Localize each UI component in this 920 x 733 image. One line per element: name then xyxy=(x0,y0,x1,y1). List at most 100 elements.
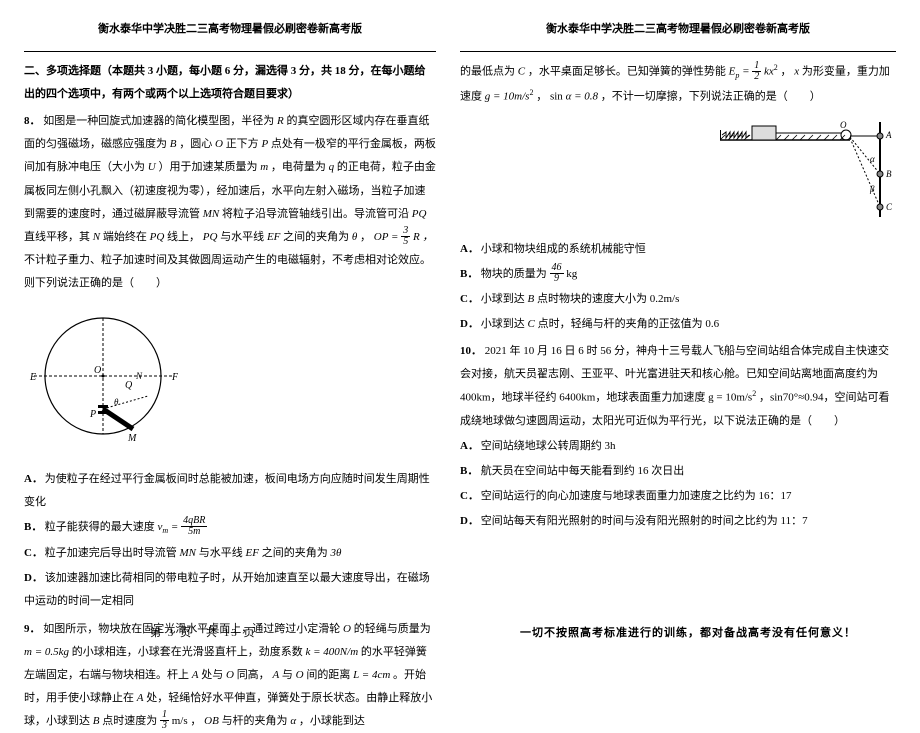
opt-label-a: A． xyxy=(24,468,42,491)
q9-t11: 点时速度为 xyxy=(102,715,157,727)
q9c-x: x xyxy=(794,66,799,78)
q8-PQ: PQ xyxy=(412,208,427,220)
q9-vden: 3 xyxy=(160,721,169,731)
q9c-eq: = xyxy=(742,66,752,78)
q9-oD-post: 点时，轻绳与杆的夹角的正弦值为 0.6 xyxy=(538,318,720,330)
q10-option-d: D． 空间站每天有阳光照射的时间与没有阳光照射的时间之比约为 11：7 xyxy=(460,510,896,533)
q8-text-14: 之间的夹角为 xyxy=(283,231,349,243)
q10-oA: 空间站绕地球公转周期约 3h xyxy=(481,440,616,452)
q9c-alpha: α xyxy=(566,90,572,102)
q8-text-15: ， xyxy=(360,231,371,243)
q9-olC: C． xyxy=(460,288,478,311)
q9-Leq: L = 4cm xyxy=(353,669,390,681)
q9-t5: 处与 xyxy=(201,669,223,681)
q10-olB: B． xyxy=(460,460,478,483)
left-column: 衡水泰华中学决胜二三高考物理暑假必刷密卷新高考版 二、多项选择题（本题共 3 小… xyxy=(24,18,436,642)
q8-optC-ef: EF xyxy=(246,547,259,559)
q8-PQ3: PQ xyxy=(203,231,218,243)
q9c-kx: kx xyxy=(764,66,774,78)
q9c-sq: 2 xyxy=(774,63,778,72)
q9-A2: A xyxy=(272,669,279,681)
q8-optB-vsub: m xyxy=(162,527,168,536)
q9c-t2: ，水平桌面足够长。已知弹簧的弹性势能 xyxy=(528,66,726,78)
q9-t12: ， xyxy=(190,715,201,727)
q9c-C: C xyxy=(518,66,525,78)
q8-OP-frac: 3 5 xyxy=(401,226,410,247)
q8-MN: MN xyxy=(203,208,220,220)
page-header-r: 衡水泰华中学决胜二三高考物理暑假必刷密卷新高考版 xyxy=(460,18,896,45)
opt-label-c: C． xyxy=(24,542,42,565)
q9-t6: 同高， xyxy=(237,669,270,681)
q10-oB: 航天员在空间站中每天能看到约 16 次日出 xyxy=(481,465,685,477)
q10-olD: D． xyxy=(460,510,478,533)
footer-left: 第 3 页 共 13 页 xyxy=(150,624,257,640)
q8-O: O xyxy=(215,138,223,150)
q8-text-12: 线上， xyxy=(167,231,200,243)
q9-option-b: B． 物块的质量为 46 9 kg xyxy=(460,263,896,286)
q8-option-c: C． 粒子加速完后导出时导流管 MN 与水平线 EF 之间的夹角为 3θ xyxy=(24,542,436,565)
q8-number: 8． xyxy=(24,115,41,127)
opt-label-b: B． xyxy=(24,516,42,539)
q9-oD-pre: 小球到达 xyxy=(481,318,525,330)
q9c-t1: 的最低点为 xyxy=(460,66,515,78)
q9c-half: 1 2 xyxy=(752,61,761,82)
question-10: 10． 2021 年 10 月 16 日 6 时 56 分，神舟十三号载人飞船与… xyxy=(460,340,896,433)
q8-OP-den: 5 xyxy=(401,237,410,247)
svg-text:β: β xyxy=(869,184,875,194)
q8-optB-eq: = xyxy=(171,521,181,533)
q9-oB-num: 46 xyxy=(550,263,564,274)
q9-t2: 的轻绳与质量为 xyxy=(354,623,431,635)
q9c-sina: = 0.8 xyxy=(574,90,598,102)
q9-O2: O xyxy=(226,669,234,681)
q9-oD-C: C xyxy=(528,318,535,330)
q9-t3: 的小球相连，小球套在光滑竖直杆上，劲度系数 xyxy=(72,646,303,658)
q9-vfrac: 1 3 xyxy=(160,710,169,731)
q9-continued: 的最低点为 C ，水平桌面足够长。已知弹簧的弹性势能 Ep = 1 2 kx2 … xyxy=(460,60,896,108)
q8-theta: θ xyxy=(352,231,357,243)
q8-text-13: 与水平线 xyxy=(220,231,264,243)
q9-figure: O A B α C β xyxy=(720,112,900,222)
q9-O3: O xyxy=(296,669,304,681)
q8-option-a: A． 为使粒子在经过平行金属板间时总能被加速，板间电场方向应随时间发生周期性变化 xyxy=(24,468,436,514)
q9c-Epsub: p xyxy=(735,71,739,80)
q9-olD: D． xyxy=(460,313,478,336)
q8-optB-frac: 4qBR 5m xyxy=(181,516,207,537)
svg-text:M: M xyxy=(127,433,137,444)
q8-option-d: D． 该加速器加速比荷相同的带电粒子时，从开始加速直至以最大速度导出，在磁场中运… xyxy=(24,567,436,613)
q9-oB-frac: 46 9 xyxy=(550,263,564,284)
q9c-t4: sin xyxy=(550,90,563,102)
q9-t13: 与杆的夹角为 xyxy=(222,715,288,727)
q10-olC: C． xyxy=(460,485,478,508)
q8-text-3: ，圆心 xyxy=(179,138,212,150)
q8-optC-val: 3θ xyxy=(330,547,341,559)
q10-olA: A． xyxy=(460,435,478,458)
svg-text:α: α xyxy=(870,154,875,164)
q9-oC-post: 点时物块的速度大小为 0.2m/s xyxy=(537,293,679,305)
q9-oC-B: B xyxy=(528,293,535,305)
page-container: 衡水泰华中学决胜二三高考物理暑假必刷密卷新高考版 二、多项选择题（本题共 3 小… xyxy=(0,0,920,650)
q8-optB-den: 5m xyxy=(181,527,207,537)
svg-text:E: E xyxy=(29,372,36,383)
q8-R: R xyxy=(277,115,284,127)
q9-alpha: α xyxy=(290,715,296,727)
q8-optA-text: 为使粒子在经过平行金属板间时总能被加速，板间电场方向应随时间发生周期性变化 xyxy=(24,473,430,508)
q8-text-7: ，电荷量为 xyxy=(271,161,326,173)
fl-page: 3 xyxy=(168,627,176,639)
q8-B: B xyxy=(170,138,177,150)
q8-text-6: ）用于加速某质量为 xyxy=(158,161,257,173)
svg-text:A: A xyxy=(885,130,892,140)
q9-t14: ，小球能到达 xyxy=(299,715,365,727)
q10-number: 10． xyxy=(460,345,482,357)
q10-oC: 空间站运行的向心加速度与地球表面重力加速度之比约为 16：17 xyxy=(481,490,792,502)
q9c-halfd: 2 xyxy=(752,72,761,82)
header-rule-r xyxy=(460,51,896,52)
q9-olA: A． xyxy=(460,238,478,261)
q9-O1: O xyxy=(343,623,351,635)
q9-option-a: A． 小球和物块组成的系统机械能守恒 xyxy=(460,238,896,261)
q8-P: P xyxy=(261,138,268,150)
fl-total: 13 xyxy=(224,627,239,639)
svg-text:Q: Q xyxy=(125,380,133,391)
svg-text:C: C xyxy=(886,202,893,212)
q8-EF: EF xyxy=(267,231,280,243)
right-column: 衡水泰华中学决胜二三高考物理暑假必刷密卷新高考版 的最低点为 C ，水平桌面足够… xyxy=(460,18,896,642)
